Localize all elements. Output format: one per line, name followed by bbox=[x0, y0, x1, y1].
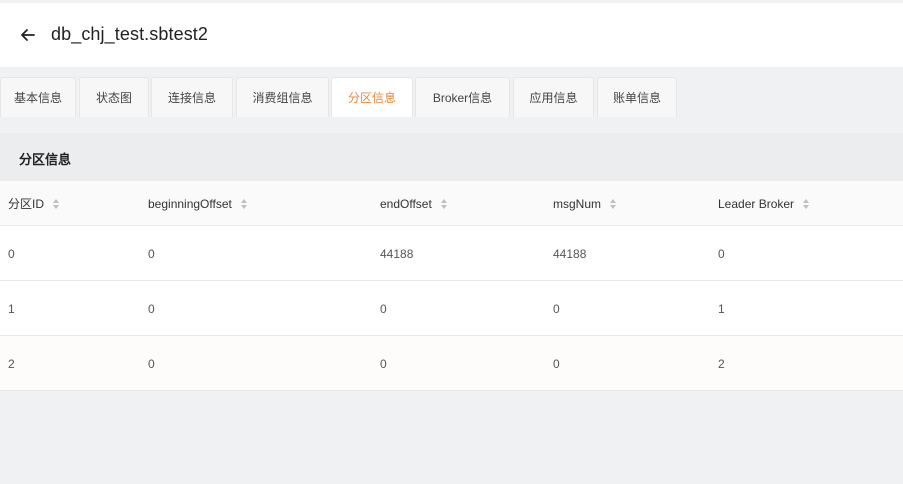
cell-partition-id: 1 bbox=[8, 301, 15, 316]
tab-consumer-group-info[interactable]: 消费组信息 bbox=[236, 77, 329, 117]
sort-icon[interactable] bbox=[240, 198, 248, 210]
arrow-left-icon[interactable] bbox=[18, 25, 38, 45]
column-header-partition-id[interactable]: 分区ID bbox=[8, 181, 60, 226]
sort-icon[interactable] bbox=[609, 198, 617, 210]
cell-end-offset: 44188 bbox=[380, 246, 414, 261]
cell-leader-broker: 1 bbox=[718, 301, 725, 316]
cell-beginning-offset: 0 bbox=[148, 246, 155, 261]
page-title: db_chj_test.sbtest2 bbox=[51, 24, 209, 44]
tab-status-chart[interactable]: 状态图 bbox=[79, 77, 149, 117]
tab-bar: 基本信息 状态图 连接信息 消费组信息 分区信息 Broker信息 应用信息 账… bbox=[0, 77, 903, 117]
tab-app-info[interactable]: 应用信息 bbox=[513, 77, 594, 117]
cell-beginning-offset: 0 bbox=[148, 356, 155, 371]
cell-end-offset: 0 bbox=[380, 356, 387, 371]
sort-icon[interactable] bbox=[802, 198, 810, 210]
cell-partition-id: 0 bbox=[8, 246, 15, 261]
partition-table: 分区ID beginningOffset endOffset msgNum Le… bbox=[0, 181, 903, 391]
tab-connection-info[interactable]: 连接信息 bbox=[151, 77, 233, 117]
column-header-end-offset[interactable]: endOffset bbox=[380, 181, 448, 226]
panel-title: 分区信息 bbox=[19, 152, 72, 167]
cell-msg-num: 44188 bbox=[553, 246, 587, 261]
tab-broker-info[interactable]: Broker信息 bbox=[415, 77, 510, 117]
column-header-beginning-offset[interactable]: beginningOffset bbox=[148, 181, 248, 226]
cell-leader-broker: 0 bbox=[718, 246, 725, 261]
cell-end-offset: 0 bbox=[380, 301, 387, 316]
panel-header: 分区信息 bbox=[0, 133, 903, 181]
cell-partition-id: 2 bbox=[8, 356, 15, 371]
table-header: 分区ID beginningOffset endOffset msgNum Le… bbox=[0, 181, 903, 226]
tab-basic-info[interactable]: 基本信息 bbox=[0, 77, 76, 117]
sort-icon[interactable] bbox=[440, 198, 448, 210]
cell-msg-num: 0 bbox=[553, 356, 560, 371]
cell-leader-broker: 2 bbox=[718, 356, 725, 371]
cell-msg-num: 0 bbox=[553, 301, 560, 316]
top-bar: db_chj_test.sbtest2 bbox=[0, 3, 903, 67]
table-row: 1 0 0 0 1 bbox=[0, 281, 903, 336]
table-row: 0 0 44188 44188 0 bbox=[0, 226, 903, 281]
sort-icon[interactable] bbox=[52, 198, 60, 210]
tab-partition-info[interactable]: 分区信息 bbox=[331, 77, 413, 117]
tab-billing-info[interactable]: 账单信息 bbox=[597, 77, 677, 117]
column-header-leader-broker[interactable]: Leader Broker bbox=[718, 181, 810, 226]
table-row: 2 0 0 0 2 bbox=[0, 336, 903, 391]
cell-beginning-offset: 0 bbox=[148, 301, 155, 316]
column-header-msg-num[interactable]: msgNum bbox=[553, 181, 617, 226]
